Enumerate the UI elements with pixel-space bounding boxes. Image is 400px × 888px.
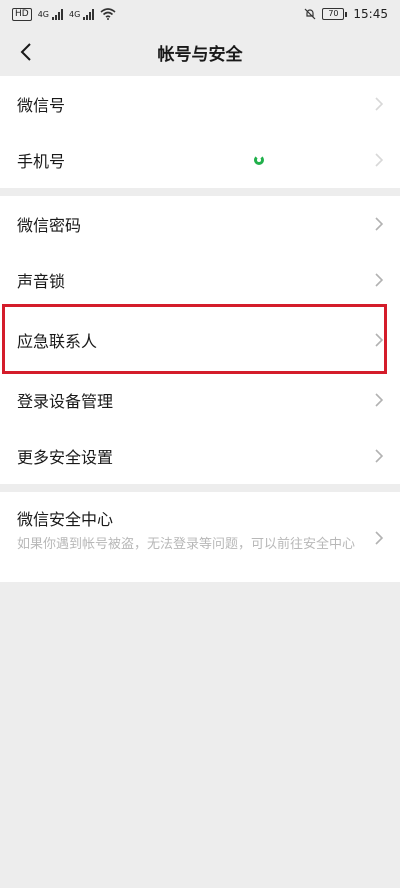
security-center-title: 微信安全中心 [17, 510, 114, 529]
row-login-device-management[interactable]: 登录设备管理 [0, 372, 400, 428]
back-button[interactable] [8, 34, 44, 70]
row-label: 登录设备管理 [17, 392, 114, 411]
clock: 15:45 [353, 7, 388, 21]
chevron-right-icon [375, 333, 384, 347]
security-group: 微信密码 声音锁 应急联系人 登录设备管理 更多安全设置 [0, 196, 400, 484]
chevron-right-icon [375, 273, 384, 287]
chevron-right-icon [375, 449, 384, 463]
nav-bar: 帐号与安全 [0, 28, 400, 76]
battery-level: 70 [322, 8, 345, 20]
row-phone-number[interactable]: 手机号 [0, 132, 400, 188]
chevron-right-icon [375, 393, 384, 407]
chevron-right-icon [375, 97, 384, 111]
chevron-left-icon [20, 43, 31, 61]
battery-icon: 70 [322, 8, 348, 20]
network-type-1: 4G [37, 9, 49, 19]
row-wechat-id[interactable]: 微信号 [0, 76, 400, 132]
row-emergency-contact[interactable]: 应急联系人 [0, 308, 400, 372]
network-type-2: 4G [69, 9, 81, 19]
chevron-right-icon [375, 217, 384, 231]
row-label: 应急联系人 [17, 332, 98, 351]
page-title: 帐号与安全 [157, 44, 243, 65]
signal-icon-2 [83, 8, 95, 20]
row-label: 微信密码 [17, 216, 82, 235]
row-label: 微信号 [17, 96, 66, 115]
row-label: 更多安全设置 [17, 448, 114, 467]
row-more-security-settings[interactable]: 更多安全设置 [0, 428, 400, 484]
security-center-group: 微信安全中心 如果你遇到帐号被盗，无法登录等问题，可以前往安全中心 [0, 492, 400, 582]
phone-value-mark [254, 155, 264, 165]
row-label: 手机号 [17, 152, 66, 171]
row-label: 声音锁 [17, 272, 66, 291]
mute-bell-icon [304, 8, 316, 20]
status-right: 70 15:45 [304, 7, 388, 21]
hd-indicator: HD [12, 7, 32, 21]
chevron-right-icon [375, 153, 384, 167]
account-group: 微信号 手机号 [0, 76, 400, 188]
status-bar: HD 4G 4G 70 15:45 [0, 0, 400, 28]
security-center-description: 如果你遇到帐号被盗，无法登录等问题，可以前往安全中心 [17, 537, 356, 552]
row-security-center[interactable]: 微信安全中心 如果你遇到帐号被盗，无法登录等问题，可以前往安全中心 [0, 492, 400, 582]
row-voice-lock[interactable]: 声音锁 [0, 252, 400, 308]
wifi-icon [100, 8, 116, 20]
chevron-right-icon [375, 531, 384, 545]
status-left: HD 4G 4G [12, 7, 116, 21]
row-wechat-password[interactable]: 微信密码 [0, 196, 400, 252]
signal-icon [52, 8, 63, 20]
